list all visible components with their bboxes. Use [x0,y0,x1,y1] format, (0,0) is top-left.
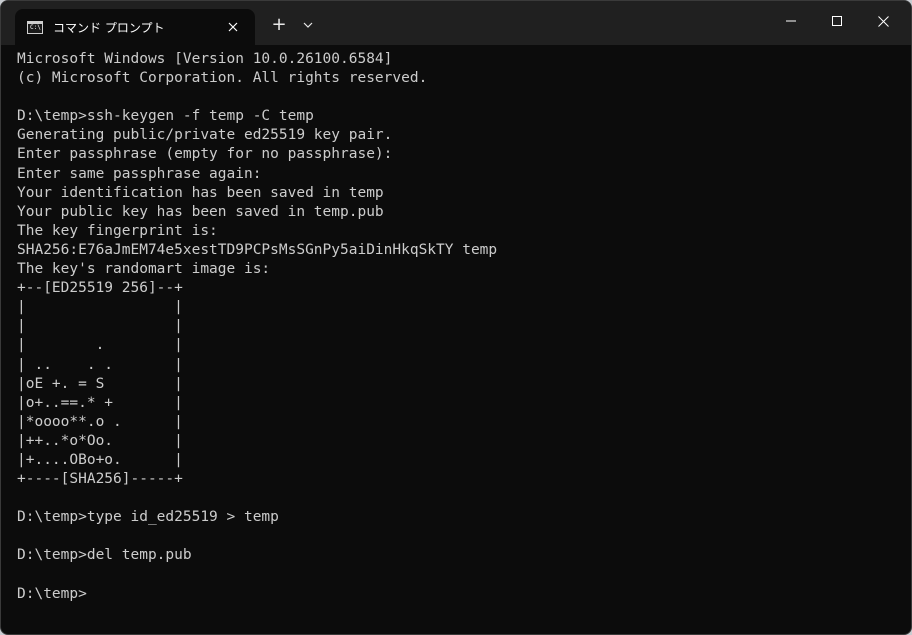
title-bar[interactable]: C:\ コマンド プロンプト + [1,1,911,45]
tab-close-button[interactable] [223,17,243,37]
terminal-line: |+....OBo+o. | [17,451,183,468]
close-icon [877,15,889,27]
maximize-icon [832,16,842,26]
minimize-button[interactable] [768,1,814,41]
terminal-line: D:\temp>ssh-keygen -f temp -C temp [17,108,314,125]
terminal-output[interactable]: Microsoft Windows [Version 10.0.26100.65… [17,50,897,630]
terminal-line: Your public key has been saved in temp.p… [17,203,384,220]
terminal-line: The key's randomart image is: [17,261,271,278]
cmd-icon-text: C:\ [30,23,41,31]
terminal-line: (c) Microsoft Corporation. All rights re… [17,70,428,87]
terminal-line: +--[ED25519 256]--+ [17,280,183,297]
terminal-window: C:\ コマンド プロンプト + Microsoft Windows [Vers… [0,0,912,635]
terminal-line: |++..*o*Oo. | [17,432,183,449]
terminal-line: Generating public/private ed25519 key pa… [17,127,393,144]
tab-dropdown-button[interactable] [298,13,318,37]
terminal-line: | .. . . | [17,356,183,373]
terminal-line: |oE +. = S | [17,375,183,392]
terminal-line: Enter same passphrase again: [17,165,262,182]
terminal-line: D:\temp>del temp.pub [17,547,192,564]
terminal-line: | . | [17,337,183,354]
new-tab-button[interactable]: + [269,13,289,37]
cmd-icon: C:\ [27,20,43,34]
chevron-down-icon [303,22,313,28]
terminal-line: | | [17,299,183,316]
close-window-button[interactable] [860,1,906,41]
close-icon [228,22,238,32]
tab-title: コマンド プロンプト [53,20,165,35]
terminal-line: |*oooo**.o . | [17,413,183,430]
terminal-line: Your identification has been saved in te… [17,184,384,201]
terminal-line: |o+..==.* + | [17,394,183,411]
scrollbar[interactable] [903,49,909,627]
terminal-line: D:\temp>type id_ed25519 > temp [17,509,279,526]
terminal-line: +----[SHA256]-----+ [17,471,183,488]
terminal-line: The key fingerprint is: [17,222,218,239]
terminal-line: | | [17,318,183,335]
terminal-line: Enter passphrase (empty for no passphras… [17,146,393,163]
terminal-line: Microsoft Windows [Version 10.0.26100.65… [17,51,393,67]
minimize-icon [786,20,796,22]
terminal-line: D:\temp> [17,585,87,602]
terminal-line: SHA256:E76aJmEM74e5xestTD9PCPsMsSGnPy5ai… [17,241,498,258]
tab-command-prompt[interactable]: C:\ コマンド プロンプト [15,9,255,45]
maximize-button[interactable] [814,1,860,41]
